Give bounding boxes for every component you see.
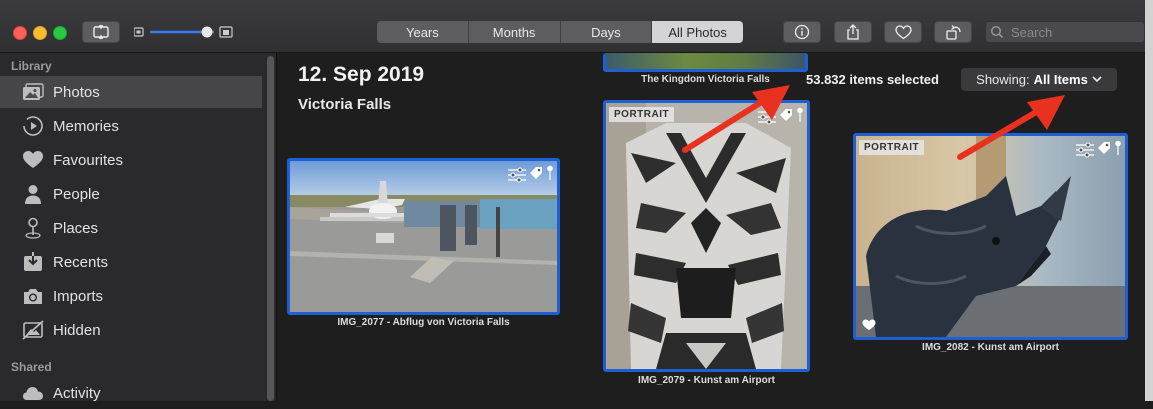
recents-icon: [22, 251, 44, 273]
tab-months[interactable]: Months: [468, 21, 561, 43]
zoom-window-button[interactable]: [53, 26, 67, 40]
search-field[interactable]: [985, 21, 1145, 43]
sidebar-toggle-icon: [93, 25, 109, 39]
sidebar-item-recents[interactable]: Recents: [0, 246, 262, 278]
favourite-button[interactable]: [884, 21, 922, 43]
memories-icon: [22, 115, 44, 137]
heart-icon: [22, 149, 44, 171]
favourite-heart-icon: [862, 319, 876, 330]
chevron-down-icon: [1092, 76, 1102, 83]
search-icon: [990, 25, 1004, 39]
location-pin-icon: [547, 165, 553, 180]
library-section-label: Library: [11, 59, 52, 73]
shared-section-label: Shared: [11, 360, 52, 374]
showing-prefix: Showing:: [976, 72, 1030, 87]
window-edge: [1145, 0, 1153, 401]
photo-thumbnail-kingdom[interactable]: [603, 53, 808, 72]
sidebar-item-activity[interactable]: Activity: [0, 377, 262, 409]
close-window-button[interactable]: [13, 26, 27, 40]
sidebar-item-label: Favourites: [53, 151, 124, 169]
sidebar-scrollbar-thumb[interactable]: [267, 56, 274, 401]
rotate-button[interactable]: [934, 21, 972, 43]
sidebar-item-label: Imports: [53, 287, 104, 305]
keyword-tag-icon: [530, 167, 542, 179]
showing-filter-dropdown[interactable]: Showing: All Items: [961, 68, 1117, 91]
zoom-slider[interactable]: [134, 26, 234, 38]
heart-outline-icon: [894, 24, 912, 39]
info-button[interactable]: [783, 21, 821, 43]
moment-date-title: 12. Sep 2019: [298, 63, 425, 86]
tab-days[interactable]: Days: [560, 21, 653, 43]
sidebar-item-label: Memories: [53, 117, 119, 135]
sidebar-item-label: Photos: [53, 83, 100, 101]
sidebar-item-label: Hidden: [53, 321, 101, 339]
photo-thumbnail-img-2077[interactable]: [287, 158, 560, 315]
location-pin-icon: [797, 107, 803, 122]
sidebar-item-label: Places: [53, 219, 99, 237]
adjustments-icon: [508, 167, 526, 183]
adjustments-icon: [1076, 142, 1094, 158]
keyword-tag-icon: [1098, 142, 1110, 154]
photo-caption: IMG_2079 - Kunst am Airport: [638, 375, 775, 386]
moment-place-title: Victoria Falls: [298, 96, 392, 113]
hidden-icon: [22, 319, 44, 341]
sidebar-item-favourites[interactable]: Favourites: [0, 144, 262, 176]
sidebar-item-label: People: [53, 185, 100, 203]
tab-all-photos[interactable]: All Photos: [652, 21, 743, 43]
zoom-slider-handle: [201, 26, 213, 38]
view-segmented-control: Years Months Days All Photos: [377, 21, 743, 43]
photo-caption: IMG_2082 - Kunst am Airport: [922, 342, 1059, 353]
photos-icon: [22, 81, 44, 103]
location-pin-icon: [1115, 140, 1121, 155]
sidebar-item-photos[interactable]: Photos: [0, 76, 262, 108]
share-icon: [847, 24, 859, 40]
person-icon: [22, 183, 44, 205]
selection-count: 53.832 items selected: [806, 72, 939, 87]
sidebar-item-people[interactable]: People: [0, 178, 262, 210]
pin-icon: [22, 217, 44, 239]
tab-years[interactable]: Years: [377, 21, 469, 43]
share-button[interactable]: [834, 21, 872, 43]
sidebar-item-memories[interactable]: Memories: [0, 110, 262, 142]
annotation-arrow-selection: [682, 85, 790, 153]
sidebar-item-places[interactable]: Places: [0, 212, 262, 244]
sidebar-item-label: Activity: [53, 384, 101, 402]
airplane-photo: [290, 161, 557, 312]
info-icon: [794, 24, 810, 40]
portrait-badge: PORTRAIT: [859, 140, 925, 155]
annotation-arrow-showing: [957, 95, 1065, 160]
minimize-window-button[interactable]: [33, 26, 47, 40]
photo-thumbnail-img-2082[interactable]: PORTRAIT: [853, 133, 1128, 340]
camera-icon: [22, 285, 44, 307]
rhino-sculpture-photo: [856, 136, 1125, 337]
sidebar-item-label: Recents: [53, 253, 109, 271]
portrait-badge: PORTRAIT: [609, 107, 675, 122]
showing-value: All Items: [1033, 72, 1088, 87]
search-input[interactable]: [1009, 23, 1143, 41]
rotate-icon: [946, 24, 961, 40]
photo-caption: IMG_2077 - Abflug von Victoria Falls: [337, 317, 510, 328]
sidebar-toggle-button[interactable]: [82, 21, 120, 43]
sidebar-item-imports[interactable]: Imports: [0, 280, 262, 312]
sidebar-item-hidden[interactable]: Hidden: [0, 314, 262, 346]
